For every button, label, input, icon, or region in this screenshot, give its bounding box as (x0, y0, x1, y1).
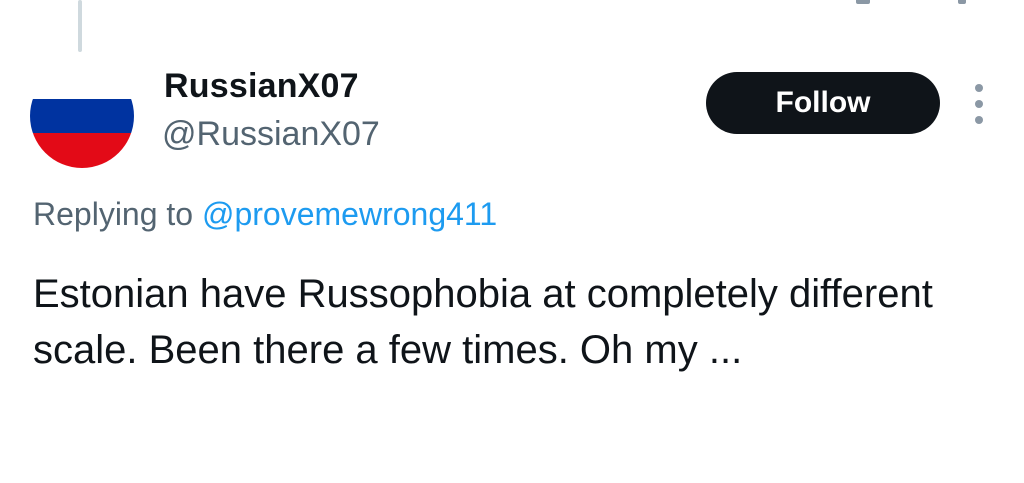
replying-to-label: Replying to (33, 196, 194, 232)
cropped-action-icon (856, 0, 870, 4)
avatar[interactable] (30, 64, 134, 168)
cropped-action-icon (958, 0, 966, 4)
author-display-name[interactable]: RussianX07 (164, 66, 359, 106)
thread-connector-line (78, 0, 82, 52)
more-vertical-icon[interactable] (966, 84, 992, 124)
tweet-text: Estonian have Russophobia at completely … (33, 272, 933, 372)
flag-stripe-red (30, 133, 134, 168)
flag-stripe-blue (30, 98, 134, 134)
replying-to: Replying to @provemewrong411 (33, 194, 497, 234)
more-dot (975, 100, 983, 108)
more-dot (975, 116, 983, 124)
follow-button[interactable]: Follow (706, 72, 940, 134)
more-dot (975, 84, 983, 92)
author-handle[interactable]: @RussianX07 (162, 114, 380, 154)
flag-stripe-white (30, 64, 134, 99)
replying-to-mention[interactable]: @provemewrong411 (202, 196, 497, 232)
